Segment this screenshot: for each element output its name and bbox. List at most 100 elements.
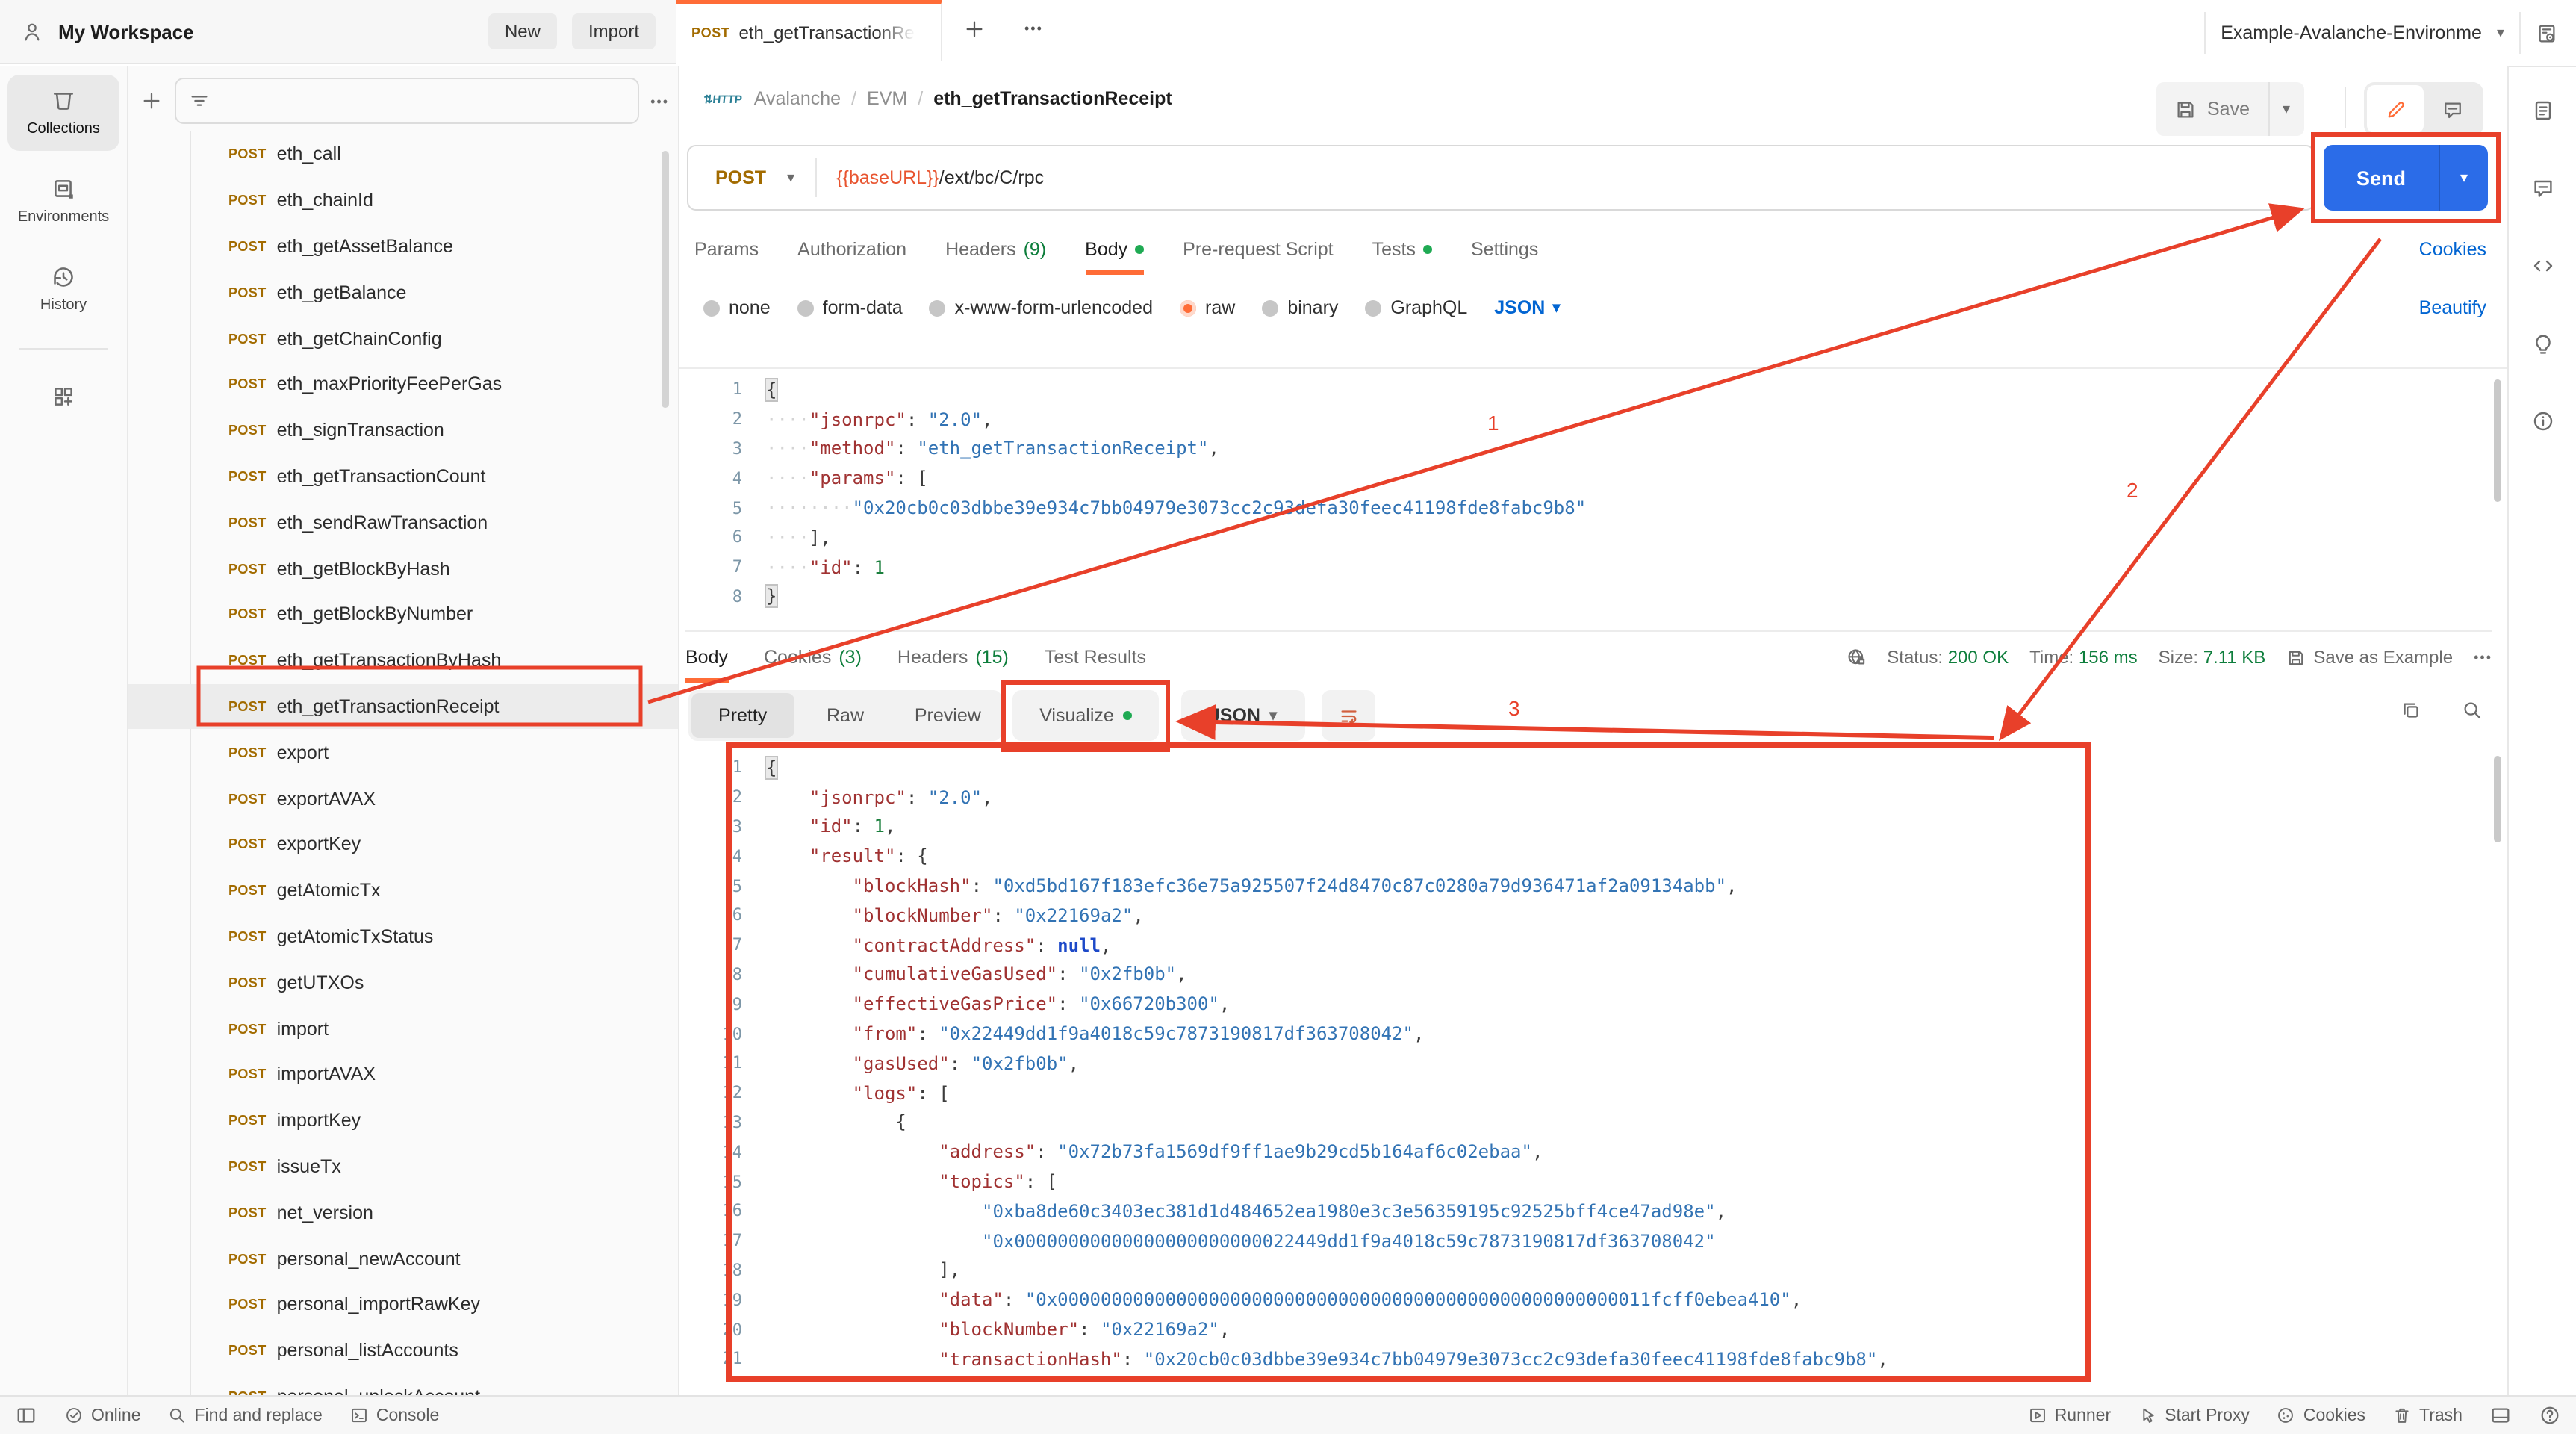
beautify-link[interactable]: Beautify [2419, 297, 2486, 318]
send-options-chevron[interactable]: ▾ [2439, 145, 2488, 211]
sidebar-item-exportKey[interactable]: POST exportKey [128, 822, 678, 868]
sidebar-item-importAVAX[interactable]: POST importAVAX [128, 1052, 678, 1098]
comment-icon[interactable] [2530, 176, 2554, 200]
response-editor-scrollbar[interactable] [2494, 756, 2501, 842]
request-tab[interactable]: POST eth_getTransactionRece [676, 0, 942, 61]
sidebar-item-personal_listAccounts[interactable]: POST personal_listAccounts [128, 1327, 678, 1374]
add-collection-icon[interactable] [140, 90, 163, 112]
wrap-lines-button[interactable] [1322, 690, 1375, 741]
body-mode-urlencoded[interactable]: x-www-form-urlencoded [929, 297, 1153, 318]
chevron-down-icon[interactable]: ▾ [787, 170, 815, 186]
breadcrumb-folder[interactable]: EVM [867, 88, 907, 109]
sidebar-search-input[interactable] [175, 78, 639, 124]
sidebar-item-eth_getTransactionReceipt[interactable]: POST eth_getTransactionReceipt [128, 683, 678, 730]
online-status[interactable]: Online [64, 1406, 141, 1425]
environment-quick-look-icon[interactable] [2536, 22, 2558, 44]
method-selector[interactable]: POST [688, 167, 787, 188]
trash-button[interactable]: Trash [2392, 1406, 2463, 1425]
tab-options-icon[interactable]: ••• [1024, 21, 1043, 36]
edit-mode-button[interactable] [2367, 85, 2424, 133]
sidebar-item-net_version[interactable]: POST net_version [128, 1190, 678, 1236]
tab-authorization[interactable]: Authorization [797, 224, 906, 275]
code-snippet-icon[interactable] [2530, 254, 2554, 278]
cookies-button[interactable]: Cookies [2277, 1406, 2365, 1425]
sidebar-item-exportAVAX[interactable]: POST exportAVAX [128, 775, 678, 822]
sidebar-item-eth_signTransaction[interactable]: POST eth_signTransaction [128, 408, 678, 454]
sidebar-item-eth_chainId[interactable]: POST eth_chainId [128, 178, 678, 224]
sidebar-scrollbar[interactable] [662, 151, 669, 408]
sidebar-more-icon[interactable]: ••• [650, 93, 669, 108]
tab-body[interactable]: Body [1085, 224, 1145, 275]
sidebar-item-environments[interactable]: Environments [7, 163, 119, 239]
save-options-chevron[interactable]: ▾ [2268, 82, 2303, 136]
sidebar-item-eth_getBlockByNumber[interactable]: POST eth_getBlockByNumber [128, 592, 678, 638]
body-language-selector[interactable]: JSON ▾ [1494, 297, 1560, 318]
new-tab-button[interactable] [963, 18, 986, 40]
sidebar-item-eth_sendRawTransaction[interactable]: POST eth_sendRawTransaction [128, 500, 678, 546]
import-button[interactable]: Import [571, 13, 656, 49]
sidebar-item-personal_unlockAccount[interactable]: POST personal_unlockAccount [128, 1374, 678, 1395]
sidebar-item-collections[interactable]: Collections [7, 75, 119, 151]
body-mode-none[interactable]: none [703, 297, 771, 318]
new-button[interactable]: New [488, 13, 557, 49]
sidebar-item-issueTx[interactable]: POST issueTx [128, 1143, 678, 1190]
environment-selector[interactable]: Example-Avalanche-Environme [2221, 22, 2482, 43]
info-icon[interactable] [2530, 409, 2554, 433]
tab-response-headers[interactable]: Headers (15) [897, 632, 1009, 683]
sidebar-item-personal_importRawKey[interactable]: POST personal_importRawKey [128, 1282, 678, 1328]
help-icon[interactable] [2539, 1404, 2561, 1427]
toggle-sidebar-icon[interactable] [15, 1404, 37, 1427]
sidebar-item-import[interactable]: POST import [128, 1005, 678, 1052]
bottom-panel-icon[interactable] [2489, 1404, 2512, 1427]
body-mode-raw[interactable]: raw [1180, 297, 1235, 318]
view-visualize[interactable]: Visualize [1012, 690, 1159, 741]
send-button[interactable]: Send [2324, 145, 2439, 211]
documentation-icon[interactable] [2530, 99, 2554, 122]
response-more-icon[interactable]: ••• [2474, 650, 2492, 665]
sidebar-item-eth_call[interactable]: POST eth_call [128, 131, 678, 178]
sidebar-item-eth_getChainConfig[interactable]: POST eth_getChainConfig [128, 315, 678, 361]
body-mode-graphql[interactable]: GraphQL [1365, 297, 1467, 318]
console-button[interactable]: Console [349, 1406, 439, 1425]
view-raw[interactable]: Raw [794, 693, 896, 738]
sidebar-item-eth_getTransactionCount[interactable]: POST eth_getTransactionCount [128, 453, 678, 500]
search-icon[interactable] [2461, 699, 2483, 721]
breadcrumb-request[interactable]: eth_getTransactionReceipt [933, 88, 1172, 109]
body-mode-form-data[interactable]: form-data [797, 297, 903, 318]
copy-icon[interactable] [2400, 699, 2422, 721]
cookies-link[interactable]: Cookies [2419, 239, 2486, 260]
url-input[interactable]: {{baseURL}}/ext/bc/C/rpc [817, 167, 1044, 188]
body-mode-binary[interactable]: binary [1262, 297, 1338, 318]
sidebar-item-eth_getBlockByHash[interactable]: POST eth_getBlockByHash [128, 545, 678, 592]
sidebar-item-eth_getAssetBalance[interactable]: POST eth_getAssetBalance [128, 223, 678, 270]
response-language-selector[interactable]: JSON ▾ [1181, 690, 1305, 741]
sidebar-item-getAtomicTx[interactable]: POST getAtomicTx [128, 868, 678, 914]
configure-sidebar-button[interactable] [7, 370, 119, 423]
tab-params[interactable]: Params [694, 224, 759, 275]
lightbulb-icon[interactable] [2530, 332, 2554, 356]
sidebar-item-eth_maxPriorityFeePerGas[interactable]: POST eth_maxPriorityFeePerGas [128, 361, 678, 408]
chevron-down-icon[interactable]: ▾ [2497, 25, 2504, 41]
tab-tests[interactable]: Tests [1372, 224, 1432, 275]
save-as-example-button[interactable]: Save as Example [2286, 647, 2453, 668]
find-and-replace-button[interactable]: Find and replace [168, 1406, 323, 1425]
tab-pre-request-script[interactable]: Pre-request Script [1183, 224, 1333, 275]
sidebar-item-getUTXOs[interactable]: POST getUTXOs [128, 960, 678, 1006]
sidebar-item-history[interactable]: History [7, 251, 119, 327]
request-body-editor[interactable]: 1{2 ····"jsonrpc": "2.0", 3 ····"method": "… [679, 367, 2507, 621]
breadcrumb-collection[interactable]: Avalanche [754, 88, 841, 109]
response-body-editor[interactable]: 1{2 "jsonrpc": "2.0", 3 "id": 1, 4 "result… [679, 747, 2507, 1380]
sidebar-item-getAtomicTxStatus[interactable]: POST getAtomicTxStatus [128, 913, 678, 960]
tab-settings[interactable]: Settings [1471, 224, 1538, 275]
tab-response-cookies[interactable]: Cookies (3) [764, 632, 862, 683]
tab-test-results[interactable]: Test Results [1045, 632, 1146, 683]
start-proxy-button[interactable]: Start Proxy [2138, 1406, 2250, 1425]
comments-button[interactable] [2424, 85, 2480, 133]
sidebar-item-export[interactable]: POST export [128, 730, 678, 776]
runner-button[interactable]: Runner [2028, 1406, 2111, 1425]
save-button[interactable]: Save [2156, 98, 2268, 120]
sidebar-item-importKey[interactable]: POST importKey [128, 1097, 678, 1143]
tab-response-body[interactable]: Body [685, 632, 728, 683]
sidebar-item-eth_getTransactionByHash[interactable]: POST eth_getTransactionByHash [128, 638, 678, 684]
sidebar-item-eth_getBalance[interactable]: POST eth_getBalance [128, 270, 678, 316]
